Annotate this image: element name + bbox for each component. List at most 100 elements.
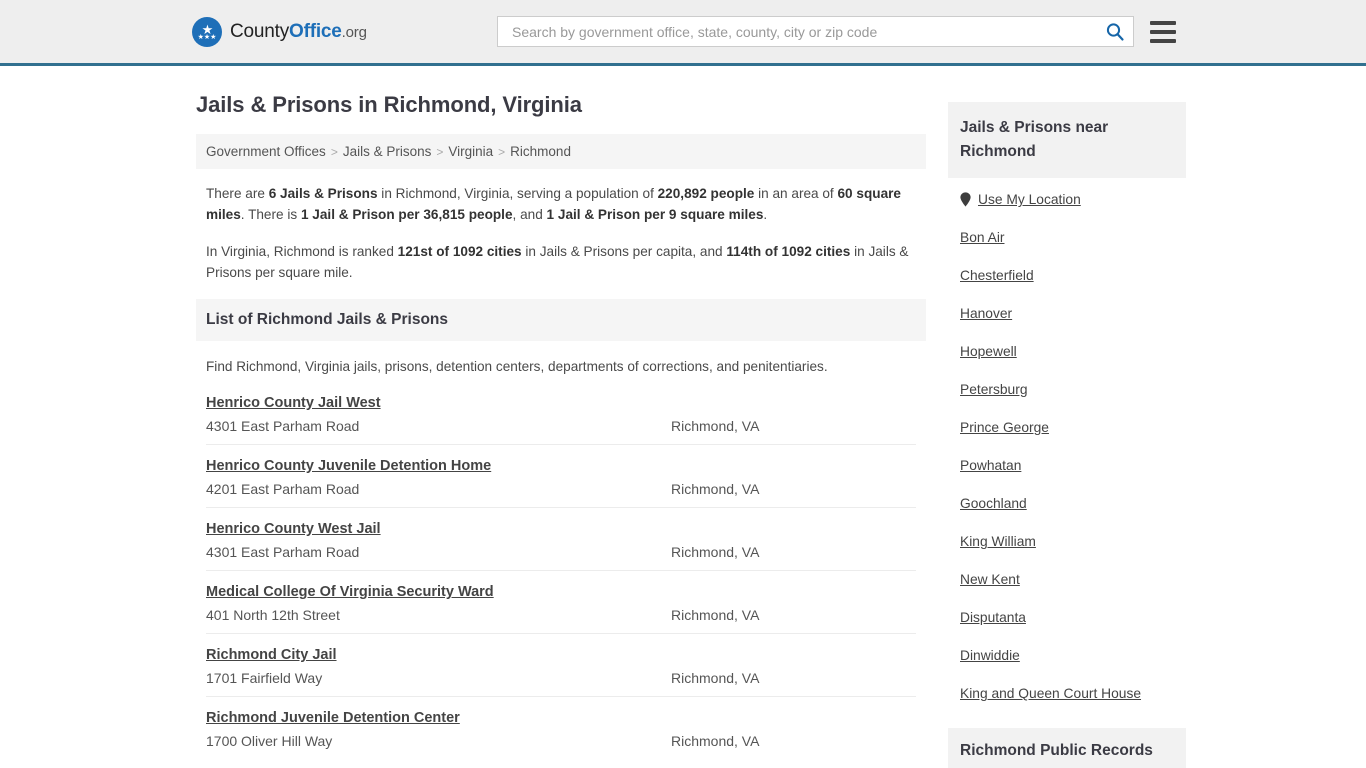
- nearby-link[interactable]: Petersburg: [960, 382, 1028, 397]
- hamburger-menu-icon[interactable]: [1150, 20, 1176, 43]
- brand-part-office: Office: [289, 20, 342, 42]
- nearby-link[interactable]: New Kent: [960, 572, 1020, 587]
- nearby-link[interactable]: Prince George: [960, 420, 1049, 435]
- sidebar-item-king-william[interactable]: King William: [960, 534, 1174, 572]
- search-input[interactable]: [510, 22, 1105, 41]
- sidebar-item-bon-air[interactable]: Bon Air: [960, 230, 1174, 268]
- listing-detail-line: 401 North 12th Street Richmond, VA: [206, 607, 916, 623]
- sidebar-item-petersburg[interactable]: Petersburg: [960, 382, 1174, 420]
- sidebar-item-dinwiddie[interactable]: Dinwiddie: [960, 648, 1174, 686]
- listing-name-link[interactable]: Henrico County Juvenile Detention Home: [206, 458, 491, 474]
- listing-city: Richmond, VA: [671, 544, 760, 560]
- nearby-link[interactable]: King and Queen Court House: [960, 686, 1141, 701]
- listing-detail-line: 4201 East Parham Road Richmond, VA: [206, 481, 916, 497]
- intro-paragraph-rank: In Virginia, Richmond is ranked 121st of…: [206, 241, 916, 283]
- sidebar-item-goochland[interactable]: Goochland: [960, 496, 1174, 534]
- content-container: Jails & Prisons in Richmond, Virginia Go…: [188, 66, 1186, 768]
- breadcrumb: Government Offices > Jails & Prisons > Virgi…: [196, 134, 926, 169]
- listing-detail-line: 1701 Fairfield Way Richmond, VA: [206, 670, 916, 686]
- breadcrumb-separator: >: [330, 145, 338, 159]
- list-section-subtext: Find Richmond, Virginia jails, prisons, …: [206, 359, 828, 374]
- sidebar-item-hopewell[interactable]: Hopewell: [960, 344, 1174, 382]
- listing-name-link[interactable]: Richmond Juvenile Detention Center: [206, 710, 460, 726]
- listing-address: 401 North 12th Street: [206, 607, 340, 623]
- intro-text: in an area of: [754, 186, 838, 201]
- list-item[interactable]: Richmond City Jail 1701 Fairfield Way Ri…: [206, 633, 916, 696]
- nearby-link[interactable]: Dinwiddie: [960, 648, 1020, 663]
- listing-address: 1701 Fairfield Way: [206, 670, 323, 686]
- site-header: ★ ★★★ CountyOffice.org: [0, 0, 1366, 66]
- intro-per-area: 1 Jail & Prison per 9 square miles: [546, 207, 764, 222]
- listing-name-link[interactable]: Medical College Of Virginia Security War…: [206, 584, 494, 600]
- brand-part-county: County: [230, 20, 290, 42]
- listing-name-link[interactable]: Henrico County Jail West: [206, 395, 381, 411]
- listing-address: 1700 Oliver Hill Way: [206, 733, 333, 749]
- site-logo[interactable]: ★ ★★★ CountyOffice.org: [192, 16, 367, 47]
- map-pin-icon: [960, 192, 971, 207]
- sidebar: Jails & Prisons near Richmond Use My Loc…: [948, 66, 1186, 768]
- breadcrumb-item-virginia[interactable]: Virginia: [448, 144, 493, 159]
- listing-city: Richmond, VA: [671, 670, 760, 686]
- rank-text: In Virginia, Richmond is ranked: [206, 244, 398, 259]
- listing-address: 4301 East Parham Road: [206, 418, 360, 434]
- rank-per-capita: 121st of 1092 cities: [397, 244, 522, 259]
- listing-name-link[interactable]: Henrico County West Jail: [206, 521, 381, 537]
- nearby-link[interactable]: Goochland: [960, 496, 1027, 511]
- sidebar-item-king-and-queen-court-house[interactable]: King and Queen Court House: [960, 686, 1174, 724]
- nearby-link[interactable]: Disputanta: [960, 610, 1026, 625]
- intro-text: . There is: [240, 207, 301, 222]
- nearby-link[interactable]: Powhatan: [960, 458, 1021, 473]
- list-item[interactable]: Medical College Of Virginia Security War…: [206, 570, 916, 633]
- listing-name-link[interactable]: Richmond City Jail: [206, 647, 337, 663]
- intro-text: .: [763, 207, 768, 222]
- list-item[interactable]: Henrico County Jail West 4301 East Parha…: [206, 389, 916, 444]
- breadcrumb-item-richmond[interactable]: Richmond: [510, 144, 571, 159]
- rank-per-sqmile: 114th of 1092 cities: [726, 244, 851, 259]
- nearby-link[interactable]: Bon Air: [960, 230, 1004, 245]
- intro-count: 6 Jails & Prisons: [268, 186, 378, 201]
- search-bar: [497, 16, 1134, 47]
- sidebar-heading-nearby: Jails & Prisons near Richmond: [948, 102, 1186, 178]
- sidebar-item-disputanta[interactable]: Disputanta: [960, 610, 1174, 648]
- brand-wordmark: CountyOffice.org: [230, 21, 367, 43]
- sidebar-heading-public-records: Richmond Public Records: [948, 728, 1186, 768]
- nearby-link[interactable]: Hanover: [960, 306, 1012, 321]
- listing-detail-line: 4301 East Parham Road Richmond, VA: [206, 418, 916, 434]
- listing-city: Richmond, VA: [671, 481, 760, 497]
- list-item[interactable]: Henrico County Juvenile Detention Home 4…: [206, 444, 916, 507]
- listing-city: Richmond, VA: [671, 733, 760, 749]
- search-box[interactable]: [497, 16, 1134, 47]
- list-item[interactable]: Henrico County West Jail 4301 East Parha…: [206, 507, 916, 570]
- rank-text: in Jails & Prisons per capita, and: [521, 244, 727, 259]
- listing-detail-line: 4301 East Parham Road Richmond, VA: [206, 544, 916, 560]
- list-item[interactable]: Richmond Juvenile Detention Center 1700 …: [206, 696, 916, 759]
- eagle-shield-logo-icon: ★ ★★★: [192, 16, 222, 47]
- listing-address: 4201 East Parham Road: [206, 481, 360, 497]
- sidebar-item-chesterfield[interactable]: Chesterfield: [960, 268, 1174, 306]
- menu-bar-3: [1150, 38, 1176, 43]
- breadcrumb-item-government-offices[interactable]: Government Offices: [206, 144, 326, 159]
- main-column: Jails & Prisons in Richmond, Virginia Go…: [196, 66, 926, 759]
- sidebar-item-new-kent[interactable]: New Kent: [960, 572, 1174, 610]
- search-icon[interactable]: [1105, 22, 1125, 42]
- sidebar-item-powhatan[interactable]: Powhatan: [960, 458, 1174, 496]
- nearby-link[interactable]: Hopewell: [960, 344, 1017, 359]
- listing-city: Richmond, VA: [671, 607, 760, 623]
- use-my-location-link[interactable]: Use My Location: [978, 192, 1081, 207]
- sidebar-item-prince-george[interactable]: Prince George: [960, 420, 1174, 458]
- intro-population: 220,892 people: [657, 186, 755, 201]
- breadcrumb-separator: >: [436, 145, 444, 159]
- intro-paragraph-stats: There are 6 Jails & Prisons in Richmond,…: [206, 183, 916, 225]
- page-title: Jails & Prisons in Richmond, Virginia: [196, 92, 582, 117]
- sidebar-item-use-my-location[interactable]: Use My Location: [960, 192, 1174, 230]
- jails-prisons-list: Henrico County Jail West 4301 East Parha…: [196, 389, 926, 759]
- list-section-heading: List of Richmond Jails & Prisons: [196, 299, 926, 341]
- intro-text: There are: [206, 186, 269, 201]
- breadcrumb-item-jails-prisons[interactable]: Jails & Prisons: [343, 144, 432, 159]
- intro-text: , and: [512, 207, 547, 222]
- breadcrumb-separator: >: [498, 145, 506, 159]
- listing-detail-line: 1700 Oliver Hill Way Richmond, VA: [206, 733, 916, 749]
- nearby-link[interactable]: Chesterfield: [960, 268, 1034, 283]
- sidebar-item-hanover[interactable]: Hanover: [960, 306, 1174, 344]
- nearby-link[interactable]: King William: [960, 534, 1036, 549]
